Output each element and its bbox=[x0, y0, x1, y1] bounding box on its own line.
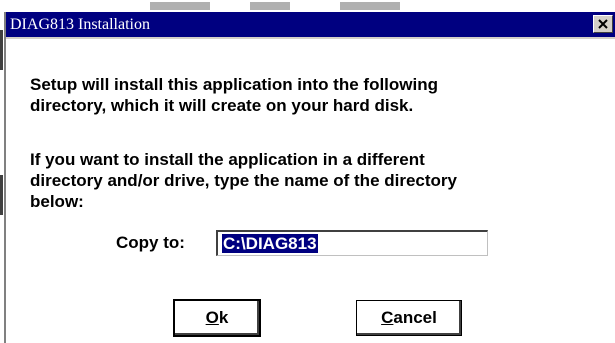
close-button[interactable] bbox=[593, 15, 613, 33]
cancel-label-rest: ancel bbox=[393, 308, 437, 327]
close-icon bbox=[598, 19, 608, 29]
copy-to-value: C:\DIAG813 bbox=[222, 234, 318, 253]
edge-mark bbox=[0, 30, 3, 70]
copy-to-label: Copy to: bbox=[116, 233, 185, 252]
background-fragment bbox=[150, 2, 210, 10]
background-fragment bbox=[250, 2, 290, 10]
directory-instructions: If you want to install the application i… bbox=[30, 150, 457, 211]
cancel-mnemonic: C bbox=[381, 308, 394, 327]
ok-label-rest: k bbox=[218, 308, 229, 327]
ok-mnemonic: O bbox=[205, 308, 219, 327]
window-title: DIAG813 Installation bbox=[10, 16, 150, 33]
installation-dialog: DIAG813 Installation Setup will install … bbox=[4, 12, 615, 343]
ok-button[interactable]: Ok bbox=[173, 299, 261, 337]
background-fragment bbox=[340, 2, 400, 10]
title-bar[interactable]: DIAG813 Installation bbox=[6, 12, 615, 39]
copy-to-input[interactable]: C:\DIAG813 bbox=[216, 230, 488, 256]
edge-mark bbox=[0, 175, 3, 215]
cancel-button[interactable]: Cancel bbox=[356, 300, 462, 336]
install-message: Setup will install this application into… bbox=[30, 75, 438, 115]
